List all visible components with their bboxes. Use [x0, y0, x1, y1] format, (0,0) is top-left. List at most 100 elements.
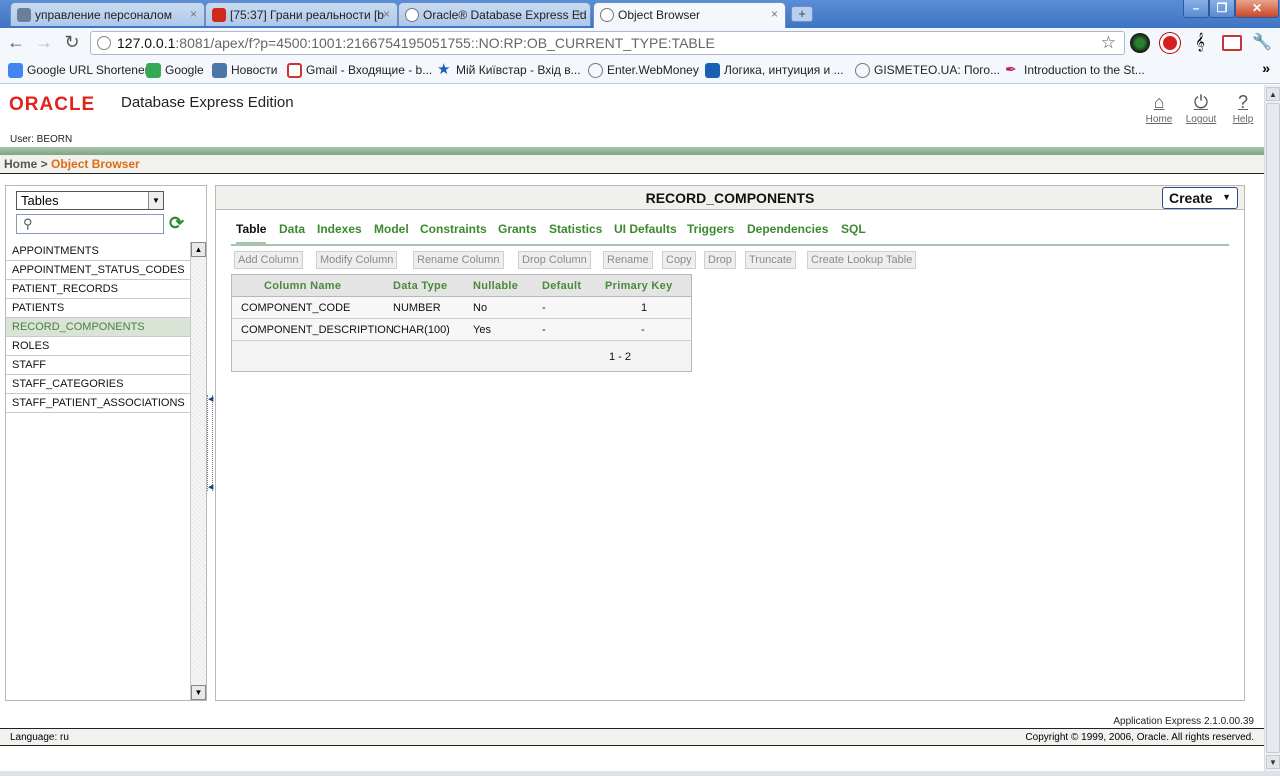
- collapse-left-icon: ◀: [208, 484, 214, 491]
- minimize-button[interactable]: –: [1183, 0, 1209, 18]
- drop-button[interactable]: Drop: [704, 251, 736, 269]
- close-tab-icon[interactable]: ×: [771, 7, 778, 21]
- tab-sql[interactable]: SQL: [841, 222, 866, 236]
- page-viewport: ORACLE Database Express Edition User: BE…: [0, 85, 1264, 771]
- breadcrumb-separator: >: [37, 157, 52, 171]
- browser-tab-3[interactable]: Oracle® Database Express Ed ×: [398, 2, 591, 26]
- address-bar[interactable]: 127.0.0.1:8081/apex/f?p=4500:1001:216675…: [90, 31, 1125, 55]
- forward-arrow-icon[interactable]: →: [33, 31, 55, 53]
- bookmark-logic[interactable]: Логика, интуиция и ...: [705, 63, 844, 78]
- list-item[interactable]: APPOINTMENT_STATUS_CODES: [6, 261, 190, 280]
- truncate-button[interactable]: Truncate: [745, 251, 797, 269]
- create-button[interactable]: Create ▼: [1162, 187, 1238, 209]
- table-cell: NUMBER: [393, 302, 441, 314]
- object-search-input[interactable]: ⚲: [16, 214, 164, 234]
- bookmarks-overflow-icon[interactable]: »: [1262, 60, 1270, 76]
- list-item[interactable]: PATIENT_RECORDS: [6, 280, 190, 299]
- bookmark-gmail[interactable]: Gmail - Входящие - b...: [287, 63, 432, 78]
- object-list-scrollbar[interactable]: ▲ ▼: [190, 242, 206, 700]
- reload-icon[interactable]: ↻: [61, 31, 83, 53]
- copy-button[interactable]: Copy: [662, 251, 696, 269]
- help-link[interactable]: ? Help: [1223, 90, 1263, 125]
- table-row: COMPONENT_DESCRIPTION CHAR(100) Yes - -: [232, 319, 691, 341]
- bookmark-kyivstar[interactable]: ★ Мій Київстар - Вхід в...: [437, 61, 581, 78]
- close-tab-icon[interactable]: ×: [190, 7, 197, 21]
- list-item[interactable]: STAFF_PATIENT_ASSOCIATIONS: [6, 394, 190, 413]
- refresh-icon[interactable]: ⟳: [169, 213, 184, 234]
- gmail-icon: [287, 63, 302, 78]
- column-header[interactable]: Nullable: [473, 280, 518, 292]
- extension-camera-icon[interactable]: [1130, 33, 1150, 53]
- scrollbar-thumb[interactable]: [1266, 103, 1280, 753]
- new-tab-button[interactable]: +: [791, 6, 813, 22]
- list-item[interactable]: ROLES: [6, 337, 190, 356]
- list-item-selected[interactable]: RECORD_COMPONENTS: [6, 318, 190, 337]
- search-icon: ⚲: [23, 216, 33, 231]
- logout-link[interactable]: ⏻ Logout: [1181, 90, 1221, 125]
- tab-ui-defaults[interactable]: UI Defaults: [614, 222, 677, 236]
- drop-column-button[interactable]: Drop Column: [518, 251, 591, 269]
- google-icon: [146, 63, 161, 78]
- tab-model[interactable]: Model: [374, 222, 409, 236]
- list-item[interactable]: APPOINTMENTS: [6, 242, 190, 261]
- breadcrumb-home[interactable]: Home: [4, 157, 37, 171]
- tab-data[interactable]: Data: [279, 222, 305, 236]
- list-item[interactable]: PATIENTS: [6, 299, 190, 318]
- tab-table[interactable]: Table: [236, 222, 267, 245]
- browser-tab-2[interactable]: [75:37] Грани реальности [b ×: [205, 2, 398, 26]
- close-tab-icon[interactable]: ×: [576, 7, 583, 21]
- object-type-select[interactable]: Tables ▼: [16, 191, 164, 210]
- column-header[interactable]: Default: [542, 280, 581, 292]
- rename-column-button[interactable]: Rename Column: [413, 251, 504, 269]
- bookmark-google-url-shortener[interactable]: Google URL Shortener: [8, 63, 149, 78]
- star-icon: ★: [437, 61, 451, 78]
- page-favicon-icon: [17, 8, 31, 22]
- modify-column-button[interactable]: Modify Column: [316, 251, 398, 269]
- page-scrollbar[interactable]: ▲ ▼: [1264, 85, 1280, 771]
- scroll-up-icon[interactable]: ▲: [191, 242, 206, 257]
- scroll-down-icon[interactable]: ▼: [1266, 755, 1280, 769]
- maximize-button[interactable]: ❐: [1209, 0, 1235, 18]
- bookmark-news[interactable]: Новости: [212, 63, 277, 78]
- rename-button[interactable]: Rename: [603, 251, 653, 269]
- tab-title: [75:37] Грани реальности [b: [230, 8, 384, 22]
- table-header-row: Column Name Data Type Nullable Default P…: [232, 275, 691, 297]
- back-arrow-icon[interactable]: ←: [5, 31, 27, 53]
- power-icon: ⏻: [1193, 92, 1209, 112]
- column-header[interactable]: Primary Key: [605, 280, 673, 292]
- close-tab-icon[interactable]: ×: [383, 7, 390, 21]
- extension-music-icon[interactable]: 𝄞: [1190, 33, 1210, 53]
- status-strip: [0, 771, 1280, 776]
- scroll-up-icon[interactable]: ▲: [1266, 87, 1280, 101]
- tab-statistics[interactable]: Statistics: [549, 222, 602, 236]
- list-item[interactable]: STAFF: [6, 356, 190, 375]
- bookmark-webmoney[interactable]: Enter.WebMoney: [588, 63, 699, 78]
- panel-splitter[interactable]: ◀ ◀: [207, 395, 213, 491]
- gmail-icon[interactable]: [1222, 35, 1242, 51]
- collapse-left-icon: ◀: [208, 396, 214, 403]
- bookmark-introduction[interactable]: ✒ Introduction to the St...: [1005, 62, 1145, 77]
- bookmark-google[interactable]: Google: [146, 63, 204, 78]
- tab-title: Oracle® Database Express Ed: [423, 8, 587, 22]
- list-item[interactable]: STAFF_CATEGORIES: [6, 375, 190, 394]
- home-link[interactable]: ⌂ Home: [1139, 90, 1179, 125]
- oracle-logo: ORACLE: [9, 94, 96, 115]
- tab-dependencies[interactable]: Dependencies: [747, 222, 828, 236]
- tab-indexes[interactable]: Indexes: [317, 222, 362, 236]
- tab-triggers[interactable]: Triggers: [687, 222, 734, 236]
- add-column-button[interactable]: Add Column: [234, 251, 303, 269]
- browser-tab-active[interactable]: Object Browser ×: [593, 2, 786, 28]
- bookmark-star-icon[interactable]: ☆: [1101, 32, 1116, 54]
- window-close-button[interactable]: ✕: [1235, 0, 1279, 18]
- create-lookup-table-button[interactable]: Create Lookup Table: [807, 251, 917, 269]
- column-header[interactable]: Data Type: [393, 280, 447, 292]
- column-header[interactable]: Column Name: [264, 280, 341, 292]
- tab-constraints[interactable]: Constraints: [420, 222, 487, 236]
- tab-grants[interactable]: Grants: [498, 222, 537, 236]
- diamond-icon: [705, 63, 720, 78]
- bookmark-gismeteo[interactable]: GISMETEO.UA: Пого...: [855, 63, 1000, 78]
- browser-tab-1[interactable]: управление персоналом ×: [10, 2, 205, 26]
- wrench-icon[interactable]: 🔧: [1252, 33, 1272, 53]
- extension-stop-icon[interactable]: [1160, 33, 1180, 53]
- scroll-down-icon[interactable]: ▼: [191, 685, 206, 700]
